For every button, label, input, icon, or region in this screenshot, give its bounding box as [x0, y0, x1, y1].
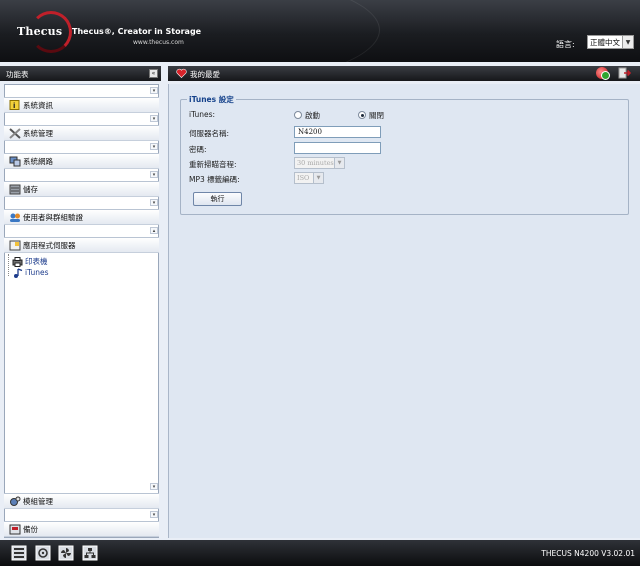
fan-icon[interactable]: [58, 545, 74, 561]
itunes-settings-group: iTunes 設定: [180, 94, 629, 215]
expand-toggle-icon[interactable]: ▾: [150, 171, 158, 178]
tagline: Thecus®, Creator in Storage: [72, 27, 202, 36]
itunes-disable-radio[interactable]: [358, 111, 366, 119]
menu-label: 備份: [23, 524, 38, 534]
password-input[interactable]: [294, 142, 381, 154]
menu-storage[interactable]: 儲存: [4, 181, 159, 197]
mp3-encoding-select[interactable]: ISO ▼: [294, 172, 324, 184]
network-status-icon[interactable]: [82, 545, 98, 561]
menu-label: 模組管理: [23, 496, 53, 506]
expand-toggle-icon[interactable]: ▾: [150, 511, 158, 518]
logout-icon[interactable]: [618, 67, 631, 79]
collapse-toggle-icon[interactable]: ▴: [150, 227, 158, 234]
logo: Thecus: [17, 25, 63, 38]
itunes-enable-radio[interactable]: [294, 111, 302, 119]
heart-icon: [176, 68, 187, 79]
module-icon: [8, 496, 21, 507]
rescan-interval-select[interactable]: 30 minutes ▼: [294, 157, 345, 169]
favorites-title: 我的最愛: [168, 66, 640, 81]
menu-application-server[interactable]: 應用程式伺服器: [4, 237, 159, 253]
language-value: 正體中文: [590, 37, 620, 47]
menu-label: 應用程式伺服器: [23, 240, 76, 250]
apply-button[interactable]: 執行: [193, 192, 242, 206]
tree-connector: [8, 254, 9, 276]
expand-toggle-icon[interactable]: ▾: [150, 115, 158, 122]
website-url: www.thecus.com: [133, 39, 184, 46]
server-name-label: 伺服器名稱:: [189, 129, 230, 138]
storage-icon: [8, 184, 21, 195]
expand-toggle-icon[interactable]: ▾: [150, 87, 158, 94]
menu-label: 系統網路: [23, 156, 53, 166]
disk-status-icon[interactable]: [11, 545, 27, 561]
tools-icon: [8, 127, 21, 139]
language-select[interactable]: 正體中文 ▼: [587, 35, 634, 49]
expand-toggle-icon[interactable]: ▾: [150, 143, 158, 150]
backup-icon: [8, 524, 21, 535]
menu-system-network[interactable]: 系統網路: [4, 153, 159, 169]
add-favorite-icon[interactable]: [596, 67, 610, 80]
menu-label: 使用者與群組驗證: [23, 212, 83, 222]
svg-text:i: i: [13, 102, 15, 110]
tree-item-printer[interactable]: 印表機: [12, 256, 49, 267]
users-icon: [8, 212, 21, 223]
menu-users-groups[interactable]: 使用者與群組驗證: [4, 209, 159, 225]
printer-icon: [12, 256, 23, 267]
collapse-panel-button[interactable]: «: [149, 69, 158, 78]
expand-toggle-icon[interactable]: ▾: [150, 199, 158, 206]
chevron-down-icon[interactable]: ▼: [622, 36, 633, 48]
language-label: 語言:: [556, 40, 575, 49]
expand-toggle-icon[interactable]: ▾: [150, 483, 158, 490]
music-note-icon: [12, 267, 23, 278]
menu-backup[interactable]: 備份: [4, 521, 159, 537]
menu-module-management[interactable]: 模組管理: [4, 493, 159, 509]
mp3-encoding-label: MP3 標籤編碼:: [189, 175, 240, 184]
info-icon: i: [8, 100, 21, 111]
itunes-enable-label: 啟動: [305, 111, 320, 120]
menu-system-management[interactable]: 系統管理: [4, 125, 159, 141]
mp3-encoding-value: ISO: [297, 174, 310, 182]
menu-label: 系統管理: [23, 128, 53, 138]
chevron-down-icon[interactable]: ▼: [313, 173, 323, 183]
hdd-icon[interactable]: [35, 545, 51, 561]
server-name-input[interactable]: N4200: [294, 126, 381, 138]
tree-item-itunes[interactable]: iTunes: [12, 267, 49, 278]
menu-label: 儲存: [23, 184, 38, 194]
app-header: Thecus Thecus®, Creator in Storage www.t…: [0, 0, 640, 62]
menu-label: 系統資訊: [23, 100, 53, 110]
itunes-disable-label: 關閉: [369, 111, 384, 120]
chevron-down-icon[interactable]: ▼: [334, 158, 344, 168]
rescan-interval-value: 30 minutes: [297, 159, 334, 167]
firmware-version: THECUS N4200 V3.02.01: [541, 549, 635, 558]
itunes-label: iTunes:: [189, 110, 216, 119]
itunes-settings-title: iTunes 設定: [189, 95, 234, 104]
rescan-interval-label: 重新掃瞄音程:: [189, 160, 237, 169]
app-server-icon: [8, 240, 21, 251]
network-icon: [8, 156, 21, 167]
password-label: 密碼:: [189, 145, 207, 154]
tree-item-label: iTunes: [25, 268, 49, 277]
menu-panel-title: 功能表: [0, 66, 161, 81]
app-server-tree: 印表機 iTunes: [12, 256, 49, 278]
tree-item-label: 印表機: [25, 257, 48, 266]
menu-system-info[interactable]: i 系統資訊: [4, 97, 159, 113]
